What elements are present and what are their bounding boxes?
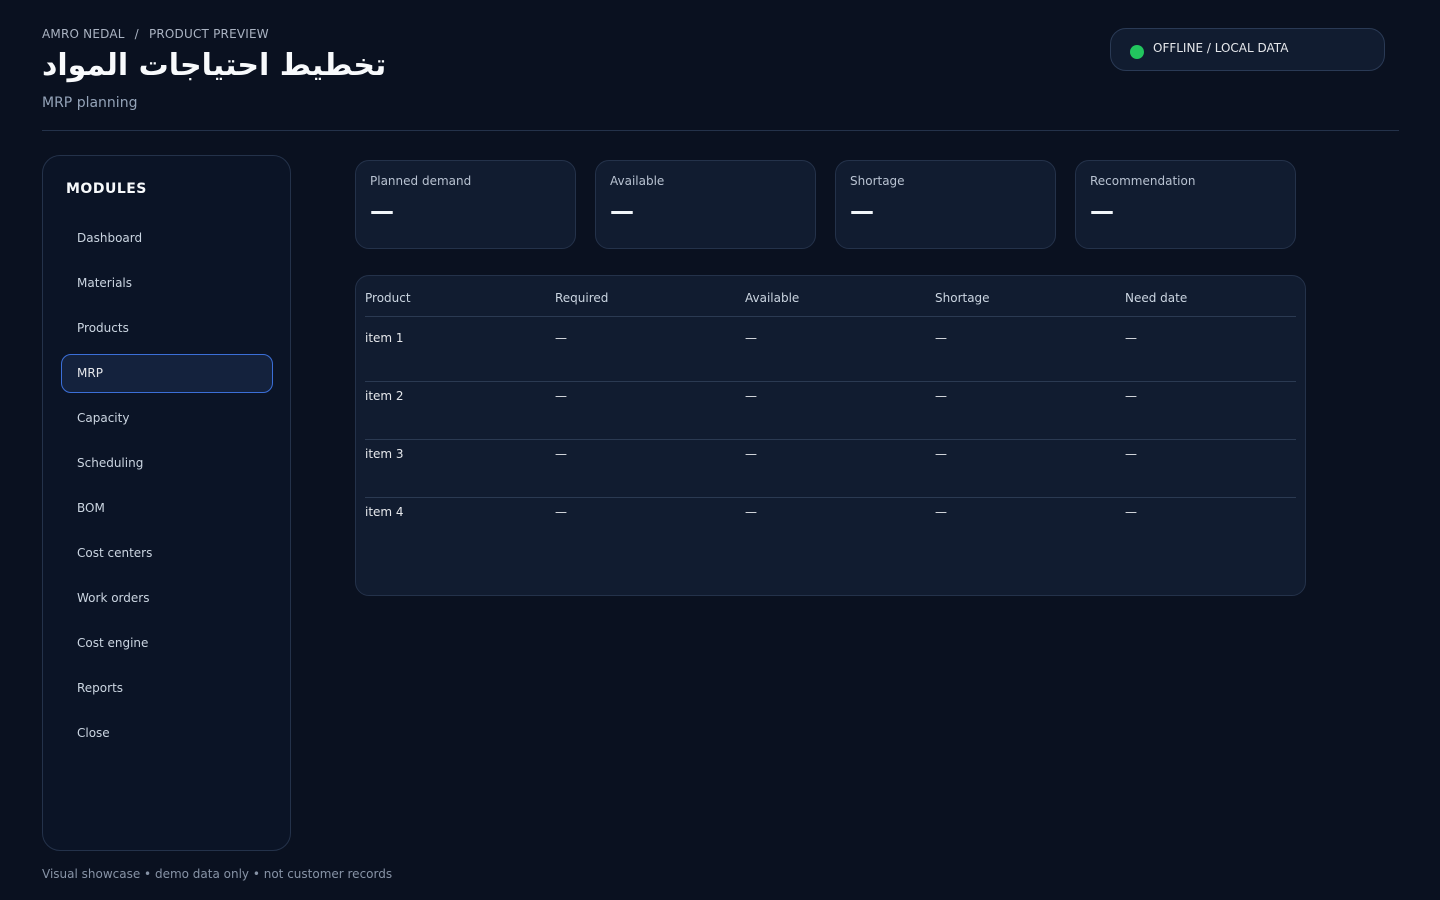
kpi-value: — [370,197,394,225]
sidebar-item-mrp[interactable]: MRP [61,354,273,393]
connection-status-badge: OFFLINE / LOCAL DATA [1110,28,1385,71]
table-row[interactable]: item 4 — — — — [365,498,1296,556]
status-label: OFFLINE / LOCAL DATA [1153,41,1289,55]
cell-need-date: — [1125,505,1137,519]
sidebar-item-scheduling[interactable]: Scheduling [61,444,273,483]
cell-required: — [555,505,567,519]
cell-need-date: — [1125,331,1137,345]
kpi-available: Available — [595,160,816,249]
cell-required: — [555,447,567,461]
kpi-value: — [610,197,634,225]
sidebar-item-products[interactable]: Products [61,309,273,348]
kpi-shortage: Shortage — [835,160,1056,249]
column-header-product: Product [365,291,411,305]
sidebar-heading: MODULES [66,181,147,197]
cell-available: — [745,447,757,461]
sidebar-item-cost-engine[interactable]: Cost engine [61,624,273,663]
sidebar-item-cost-centers[interactable]: Cost centers [61,534,273,573]
cell-shortage: — [935,447,947,461]
table-row[interactable]: item 3 — — — — [365,440,1296,498]
status-indicator-icon [1130,45,1144,59]
cell-available: — [745,505,757,519]
column-header-shortage: Shortage [935,291,990,305]
header-divider [42,130,1399,131]
kpi-label: Planned demand [370,174,472,188]
sidebar-item-reports[interactable]: Reports [61,669,273,708]
column-header-need-date: Need date [1125,291,1188,305]
cell-shortage: — [935,505,947,519]
cell-product: item 3 [365,447,404,461]
sidebar-item-close[interactable]: Close [61,714,273,753]
cell-product: item 4 [365,505,404,519]
table-row[interactable]: item 2 — — — — [365,382,1296,440]
kpi-label: Available [610,174,665,188]
breadcrumb-section: PRODUCT PREVIEW [148,27,269,41]
breadcrumb: AMRO NEDAL / PRODUCT PREVIEW [42,27,269,41]
footer-note: Visual showcase • demo data only • not c… [42,867,393,881]
sidebar-item-dashboard[interactable]: Dashboard [61,219,273,258]
table-row[interactable]: item 1 — — — — [365,324,1296,382]
cell-product: item 2 [365,389,404,403]
sidebar-item-capacity[interactable]: Capacity [61,399,273,438]
kpi-label: Recommendation [1090,174,1196,188]
cell-required: — [555,389,567,403]
kpi-recommendation: Recommendation — [1075,160,1296,249]
cell-shortage: — [935,331,947,345]
cell-shortage: — [935,389,947,403]
kpi-planned-demand: Planned demand — [355,160,576,249]
modules-sidebar: MODULES Dashboard Materials Products MRP… [42,155,291,851]
mrp-table: Product Required Available Shortage Need… [355,275,1306,596]
sidebar-item-materials[interactable]: Materials [61,264,273,303]
cell-product: item 1 [365,331,404,345]
kpi-value: — [850,197,874,225]
sidebar-item-bom[interactable]: BOM [61,489,273,528]
cell-need-date: — [1125,447,1137,461]
breadcrumb-owner[interactable]: AMRO NEDAL [42,27,125,41]
breadcrumb-separator: / [134,27,139,41]
kpi-value: — [1090,197,1114,225]
sidebar-item-work-orders[interactable]: Work orders [61,579,273,618]
cell-need-date: — [1125,389,1137,403]
page-subtitle: MRP planning [42,95,138,111]
page-title: تخطيط احتياجات المواد [42,48,387,83]
cell-available: — [745,389,757,403]
column-header-required: Required [555,291,609,305]
column-header-available: Available [745,291,800,305]
table-header: Product Required Available Shortage Need… [365,276,1296,317]
kpi-label: Shortage [850,174,905,188]
cell-required: — [555,331,567,345]
cell-available: — [745,331,757,345]
